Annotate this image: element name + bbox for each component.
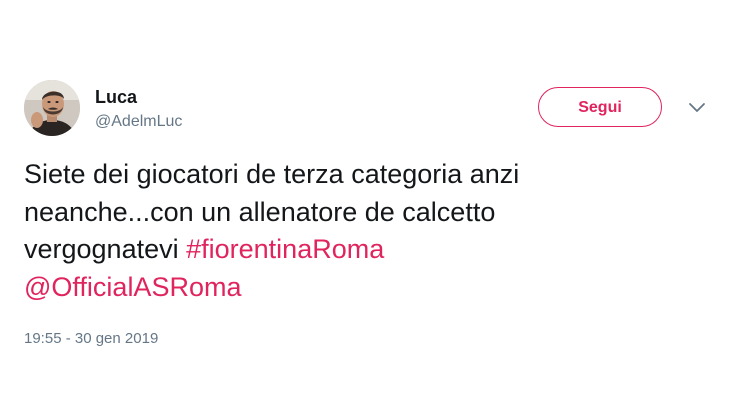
tweet-card: Luca @AdelmLuc Segui Siete dei giocatori…	[0, 0, 736, 409]
follow-button[interactable]: Segui	[538, 87, 662, 127]
tweet-text-segment: vergognatevi	[24, 234, 179, 264]
tweet-timestamp[interactable]: 19:55 - 30 gen 2019	[24, 329, 158, 349]
chevron-down-icon[interactable]	[688, 100, 706, 114]
tweet-text-line: @OfficialASRoma	[24, 269, 684, 307]
hashtag-link[interactable]: #fiorentinaRoma	[186, 234, 384, 264]
user-avatar-photo-icon	[24, 80, 80, 136]
mention-link[interactable]: @OfficialASRoma	[24, 272, 241, 302]
avatar[interactable]	[24, 80, 80, 136]
author-handle[interactable]: @AdelmLuc	[95, 112, 182, 132]
tweet-text-line: Siete dei giocatori de terza categoria a…	[24, 159, 520, 189]
author-name[interactable]: Luca	[95, 86, 137, 108]
tweet-text: Siete dei giocatori de terza categoria a…	[24, 156, 684, 306]
tweet-text-line: vergognatevi #fiorentinaRoma	[24, 231, 684, 269]
tweet-text-line: neanche...con un allenatore de calcetto	[24, 196, 496, 227]
